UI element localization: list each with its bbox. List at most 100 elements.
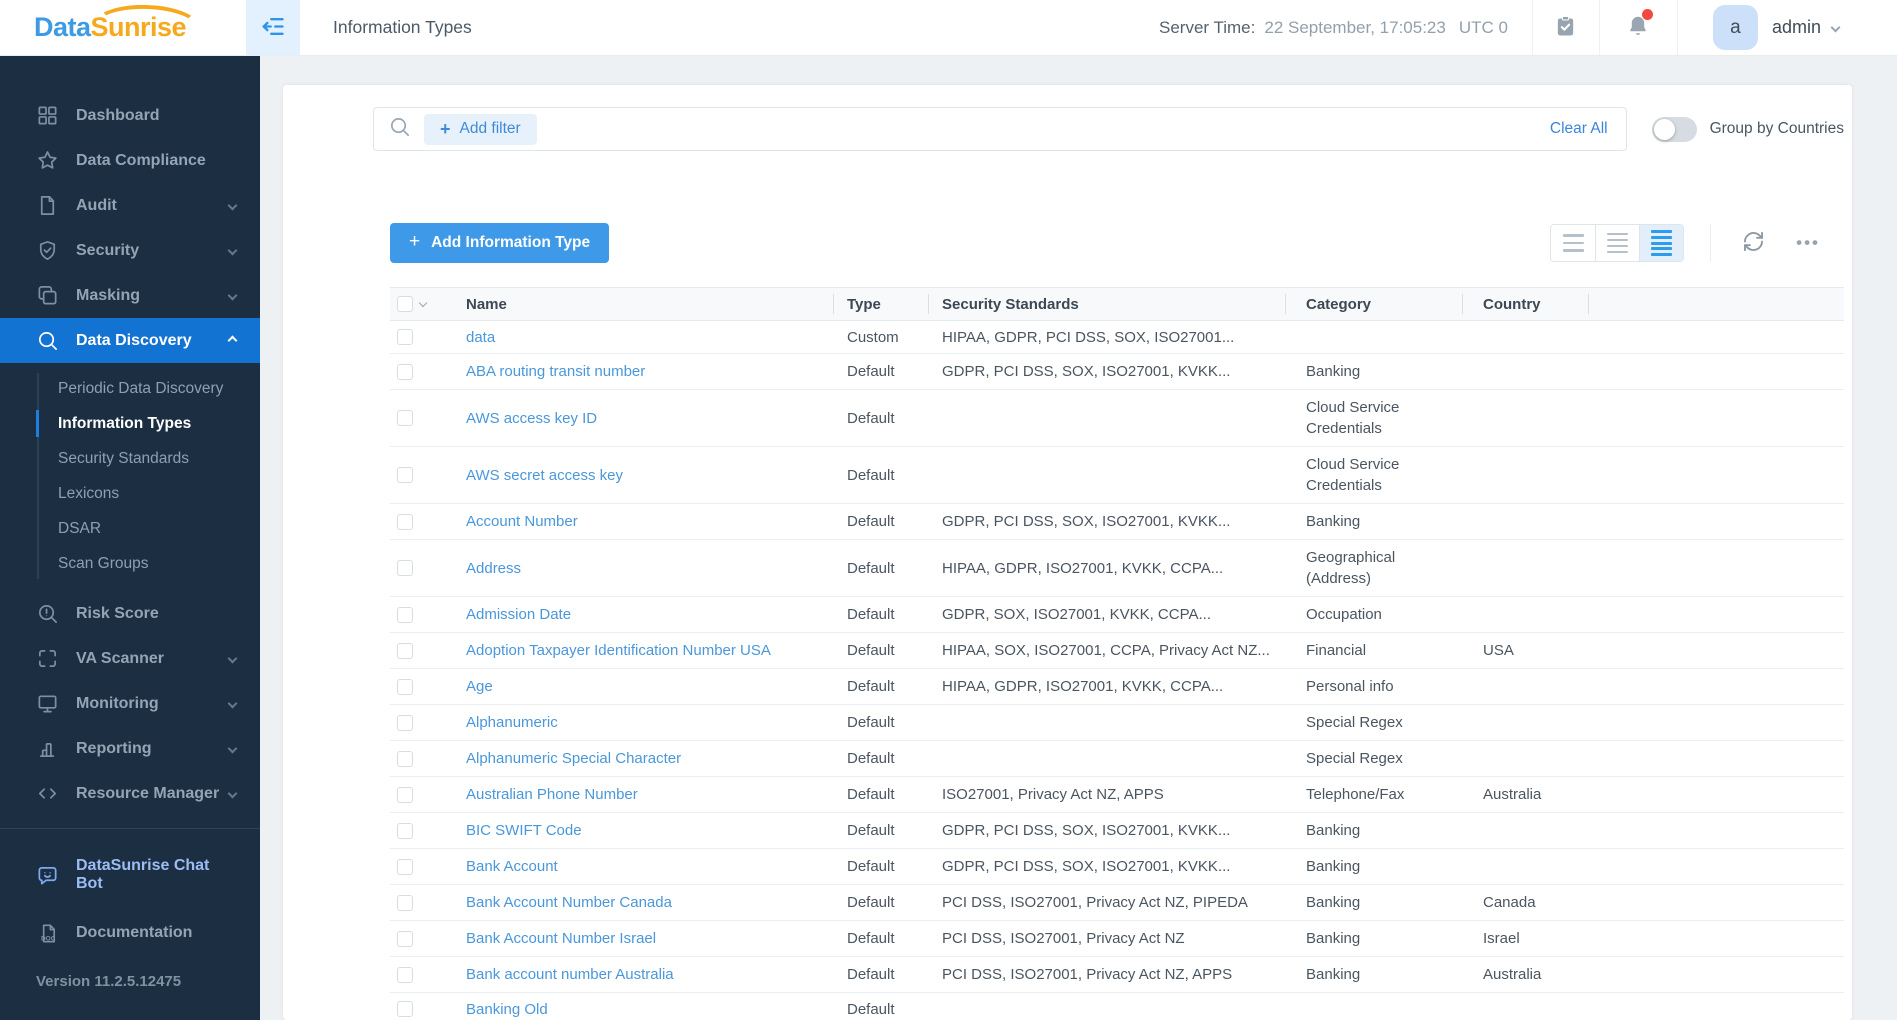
select-all-checkbox[interactable] [397, 296, 413, 312]
sidebar-collapse-button[interactable] [246, 0, 300, 55]
info-type-name-link[interactable]: Admission Date [466, 606, 571, 623]
sidebar-subitem-security-standards[interactable]: Security Standards [0, 441, 260, 476]
select-menu-chevron-icon[interactable] [418, 298, 428, 307]
datasunrise-logo[interactable]: DataSunrise [34, 3, 201, 49]
information-types-table: Name Type Security Standards Category Co… [390, 287, 1844, 1020]
cell-security-standards: HIPAA, GDPR, PCI DSS, SOX, ISO27001... [942, 328, 1235, 346]
add-filter-label: Add filter [459, 120, 521, 137]
info-type-name-link[interactable]: Alphanumeric Special Character [466, 750, 681, 767]
sidebar-subitem-lexicons[interactable]: Lexicons [0, 476, 260, 511]
sidebar-subitem-information-types[interactable]: Information Types [0, 406, 260, 441]
column-header-name[interactable]: Name [442, 288, 834, 320]
filter-search-bar[interactable]: + Add filter Clear All [373, 107, 1627, 151]
row-checkbox[interactable] [397, 410, 413, 426]
column-header-security-standards[interactable]: Security Standards [929, 288, 1286, 320]
sidebar-item-label: Masking [76, 286, 141, 304]
column-header-country[interactable]: Country [1463, 288, 1589, 320]
sidebar-item-monitoring[interactable]: Monitoring [0, 681, 260, 726]
logo-text-data: Data [34, 12, 91, 42]
info-type-name-link[interactable]: AWS access key ID [466, 410, 597, 427]
sidebar-item-data-discovery[interactable]: Data Discovery [0, 318, 260, 363]
sidebar-item-chatbot[interactable]: DataSunrise Chat Bot [0, 853, 260, 897]
add-filter-button[interactable]: + Add filter [424, 113, 537, 145]
sidebar-item-reporting[interactable]: Reporting [0, 726, 260, 771]
info-type-name-link[interactable]: data [466, 329, 495, 346]
content-card: + Add filter Clear All Group by Countrie… [283, 85, 1852, 1020]
info-type-name-link[interactable]: Banking Old [466, 1001, 548, 1018]
user-menu[interactable]: a admin [1678, 5, 1897, 50]
row-checkbox[interactable] [397, 678, 413, 695]
row-checkbox[interactable] [397, 786, 413, 803]
notifications-button[interactable] [1600, 0, 1677, 55]
info-type-name-link[interactable]: Bank Account [466, 858, 558, 875]
density-medium-button[interactable] [1595, 225, 1640, 261]
info-type-name-link[interactable]: AWS secret access key [466, 467, 623, 484]
sidebar-footer: DataSunrise Chat Bot DOC Documentation V… [0, 828, 260, 1020]
sidebar-item-va-scanner[interactable]: VA Scanner [0, 636, 260, 681]
info-type-name-link[interactable]: Bank account number Australia [466, 966, 674, 983]
sidebar-item-label: Data Discovery [76, 331, 192, 349]
row-checkbox[interactable] [397, 894, 413, 911]
sidebar-item-resource-manager[interactable]: Resource Manager [0, 771, 260, 816]
row-checkbox[interactable] [397, 560, 413, 576]
info-type-name-link[interactable]: Bank Account Number Canada [466, 894, 672, 911]
copy-icon [36, 284, 59, 307]
cell-category: Geographical (Address) [1306, 549, 1396, 587]
density-compact-button[interactable] [1639, 225, 1684, 261]
row-checkbox[interactable] [397, 363, 413, 380]
row-checkbox[interactable] [397, 606, 413, 623]
info-type-name-link[interactable]: Age [466, 678, 493, 695]
cell-category: Banking [1306, 513, 1361, 530]
cell-category: Cloud Service Credentials [1306, 456, 1400, 494]
row-checkbox[interactable] [397, 714, 413, 731]
sidebar-subitem-scan-groups[interactable]: Scan Groups [0, 546, 260, 581]
sidebar-item-audit[interactable]: Audit [0, 183, 260, 228]
sidebar-item-risk-score[interactable]: Risk Score [0, 591, 260, 636]
add-information-type-button[interactable]: + Add Information Type [390, 223, 610, 263]
sidebar-item-data-compliance[interactable]: Data Compliance [0, 138, 260, 183]
table-body: data Custom HIPAA, GDPR, PCI DSS, SOX, I… [390, 321, 1844, 1020]
info-type-name-link[interactable]: Bank Account Number Israel [466, 930, 656, 947]
column-header-type[interactable]: Type [834, 288, 929, 320]
refresh-button[interactable] [1737, 225, 1770, 261]
server-time-value: 22 September, 17:05:23 [1264, 17, 1446, 37]
row-checkbox[interactable] [397, 642, 413, 659]
info-type-name-link[interactable]: ABA routing transit number [466, 363, 645, 380]
row-checkbox[interactable] [397, 467, 413, 483]
group-by-countries-toggle[interactable] [1651, 116, 1697, 142]
row-checkbox[interactable] [397, 858, 413, 875]
version-label: Version 11.2.5.12475 [36, 973, 182, 990]
table-row: Bank Account Number Canada Default PCI D… [390, 885, 1844, 921]
code-icon [36, 782, 59, 805]
density-comfortable-button[interactable] [1551, 225, 1596, 261]
info-type-name-link[interactable]: Australian Phone Number [466, 786, 638, 803]
sidebar-item-documentation[interactable]: DOC Documentation [0, 911, 260, 955]
sidebar-item-security[interactable]: Security [0, 228, 260, 273]
tasks-button[interactable] [1533, 0, 1599, 55]
row-checkbox[interactable] [397, 822, 413, 839]
row-checkbox[interactable] [397, 930, 413, 947]
row-checkbox[interactable] [397, 966, 413, 983]
sidebar-item-dashboard[interactable]: Dashboard [0, 93, 260, 138]
sidebar-item-label: Audit [76, 196, 117, 214]
sidebar-subitem-periodic-data-discovery[interactable]: Periodic Data Discovery [0, 371, 260, 406]
info-type-name-link[interactable]: Adoption Taxpayer Identification Number … [466, 642, 771, 659]
row-checkbox[interactable] [397, 329, 413, 345]
info-type-name-link[interactable]: Account Number [466, 513, 578, 530]
info-type-name-link[interactable]: BIC SWIFT Code [466, 822, 582, 839]
cell-security-standards: PCI DSS, ISO27001, Privacy Act NZ, PIPED… [942, 894, 1248, 911]
info-type-name-link[interactable]: Alphanumeric [466, 714, 558, 731]
cell-type: Default [847, 714, 895, 731]
table-toolbar: + Add Information Type ••• [390, 223, 1844, 263]
plus-icon: + [440, 118, 451, 139]
sidebar-subitem-dsar[interactable]: DSAR [0, 511, 260, 546]
column-header-category[interactable]: Category [1286, 288, 1463, 320]
row-checkbox[interactable] [397, 513, 413, 530]
clear-all-button[interactable]: Clear All [1550, 120, 1608, 138]
row-checkbox[interactable] [397, 1001, 413, 1017]
sidebar-item-masking[interactable]: Masking [0, 273, 260, 318]
server-time: Server Time: 22 September, 17:05:23 UTC … [1159, 18, 1532, 38]
info-type-name-link[interactable]: Address [466, 560, 521, 577]
row-checkbox[interactable] [397, 750, 413, 767]
more-actions-button[interactable]: ••• [1792, 229, 1824, 257]
